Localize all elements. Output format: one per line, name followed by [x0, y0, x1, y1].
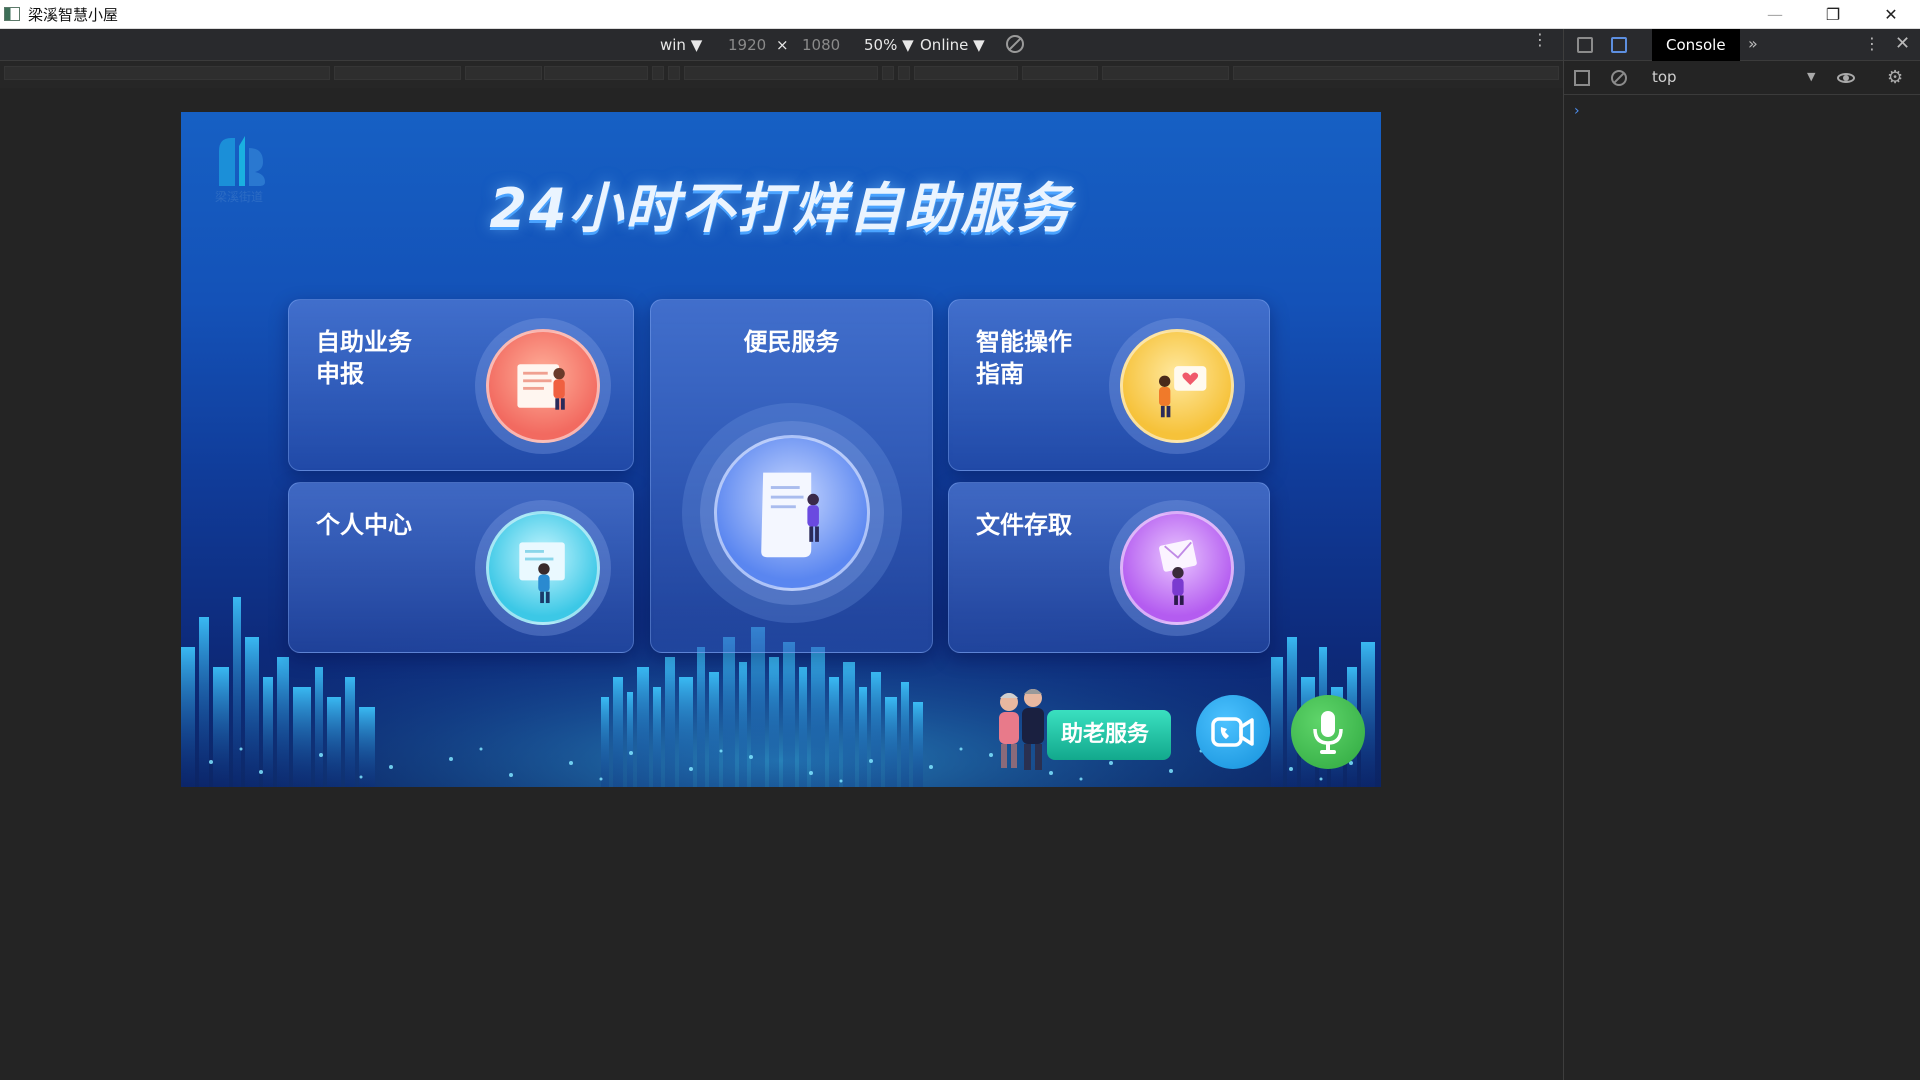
zoom-select[interactable]: 50% ▼: [864, 36, 914, 54]
media-query-segment[interactable]: [914, 66, 1018, 80]
file-envelope-icon: [1159, 539, 1197, 605]
orb-inner: [1120, 511, 1234, 625]
devtools-tabbar: Console » ⋮ ✕: [1564, 29, 1920, 61]
device-toggle-icon[interactable]: [1611, 37, 1627, 53]
microphone-icon: [1313, 711, 1343, 754]
gear-icon[interactable]: ⚙: [1887, 67, 1903, 88]
media-query-segment[interactable]: [465, 66, 542, 80]
video-call-icon: [1211, 717, 1254, 747]
more-tabs-icon[interactable]: »: [1748, 34, 1758, 53]
live-expression-eye-icon[interactable]: [1837, 73, 1855, 83]
clear-console-icon[interactable]: [1611, 70, 1627, 86]
card-label: 便民服务: [743, 328, 840, 356]
card-label: 文件存取: [976, 511, 1072, 539]
restore-icon[interactable]: ❐: [1804, 0, 1862, 29]
window-titlebar: 梁溪智慧小屋 — ❐ ✕: [0, 0, 1920, 29]
media-query-segment[interactable]: [544, 66, 648, 80]
context-select[interactable]: top: [1652, 68, 1677, 86]
card-label: 智能操作 指南: [976, 328, 1072, 388]
card-self-service-report[interactable]: 自助业务 申报: [288, 299, 634, 471]
rotate-icon[interactable]: [1006, 35, 1024, 53]
card-label: 个人中心: [316, 511, 412, 539]
orb: [1109, 318, 1245, 454]
console-prompt[interactable]: ›: [1574, 103, 1580, 119]
tab-console[interactable]: Console: [1652, 29, 1740, 61]
inspect-element-icon[interactable]: [1577, 37, 1593, 53]
orb: [475, 318, 611, 454]
app-icon: [4, 7, 20, 21]
devtools-menu-icon[interactable]: ⋮: [1864, 34, 1880, 53]
media-query-segment[interactable]: [1022, 66, 1098, 80]
scroll-document-icon: [761, 472, 819, 558]
media-query-segment[interactable]: [652, 66, 664, 80]
media-query-segment[interactable]: [334, 66, 461, 80]
video-call-button[interactable]: [1196, 695, 1270, 769]
card-label: 自助业务 申报: [316, 328, 412, 388]
window-title: 梁溪智慧小屋: [28, 5, 119, 24]
device-toolbar: win ▼ 1920 × 1080 50% ▼ Online ▼ ⋮: [0, 29, 1563, 61]
device-select[interactable]: win ▼: [660, 36, 702, 54]
media-query-segment[interactable]: [4, 66, 330, 80]
orb-inner: [714, 435, 870, 591]
devtools-close-icon[interactable]: ✕: [1895, 33, 1910, 54]
window-controls: — ❐ ✕: [1746, 0, 1920, 29]
user-profile-icon: [519, 542, 565, 604]
media-query-bar: [0, 61, 1563, 88]
document-report-icon: [517, 364, 565, 410]
media-query-segment[interactable]: [898, 66, 910, 80]
card-smart-guide[interactable]: 智能操作 指南: [948, 299, 1270, 471]
orb-inner: [486, 329, 600, 443]
card-personal-center[interactable]: 个人中心: [288, 482, 634, 653]
dimension-times: ×: [776, 36, 789, 54]
orb: [475, 500, 611, 636]
voice-input-button[interactable]: [1291, 695, 1365, 769]
orb: [700, 421, 884, 605]
toolbar-more-icon[interactable]: ⋮: [1532, 32, 1548, 48]
media-query-segment[interactable]: [1233, 66, 1559, 80]
orb-inner: [1120, 329, 1234, 443]
orb: [1109, 500, 1245, 636]
media-query-segment[interactable]: [882, 66, 894, 80]
console-toolbar: top ▼ ⚙: [1564, 61, 1920, 95]
guide-heart-icon: [1159, 366, 1207, 418]
minimize-icon[interactable]: —: [1746, 0, 1804, 29]
devtools-panel: Console » ⋮ ✕ top ▼ ⚙ ›: [1563, 29, 1920, 1080]
page-title: 24小时不打烊自助服务: [489, 177, 1073, 240]
chevron-down-icon[interactable]: ▼: [1807, 70, 1815, 83]
width-input[interactable]: 1920: [728, 36, 766, 54]
card-convenience-service[interactable]: 便民服务: [650, 299, 933, 653]
elder-service-button[interactable]: 助老服务: [1047, 710, 1171, 760]
media-query-segment[interactable]: [1102, 66, 1229, 80]
network-select[interactable]: Online ▼: [920, 36, 985, 54]
app-viewport: 梁溪街道 24小时不打烊自助服务 自助业务 申报 便民服务 智能操作 指南 个人…: [181, 112, 1381, 787]
card-file-access[interactable]: 文件存取: [948, 482, 1270, 653]
sidebar-toggle-icon[interactable]: [1574, 70, 1590, 86]
close-icon[interactable]: ✕: [1862, 0, 1920, 29]
media-query-segment[interactable]: [668, 66, 680, 80]
height-input[interactable]: 1080: [802, 36, 840, 54]
media-query-segment[interactable]: [684, 66, 878, 80]
elderly-couple-icon: [999, 689, 1044, 770]
orb-inner: [486, 511, 600, 625]
